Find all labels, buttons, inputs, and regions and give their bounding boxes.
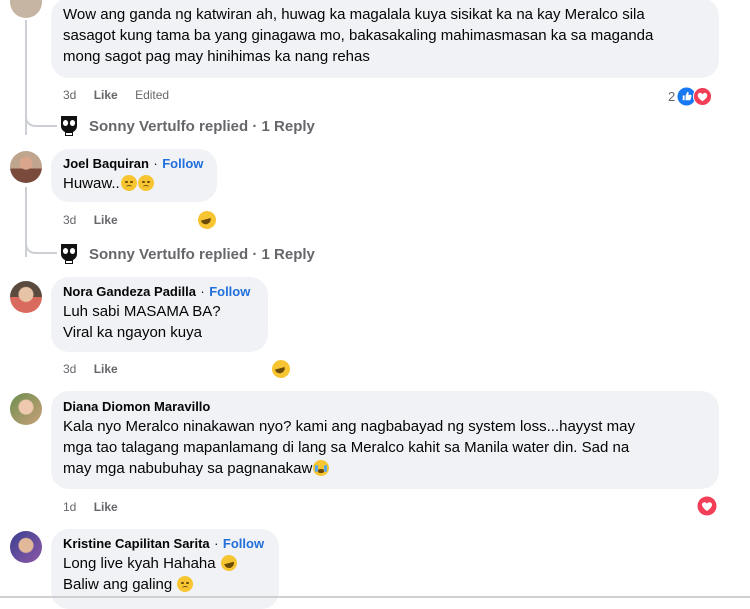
like-button[interactable]: Like (94, 213, 118, 227)
avatar[interactable] (10, 281, 42, 313)
comment-meta: 3d Like (63, 362, 118, 376)
like-button[interactable]: Like (94, 362, 118, 376)
comment-text-line: sasagot kung tama ba yang ginagawa mo, b… (63, 27, 654, 44)
comment-text-content: Huwaw.. (63, 175, 120, 192)
comment-meta: 3d Like Edited (63, 88, 169, 102)
comment-meta: 3d Like (63, 213, 118, 227)
separator: · (214, 536, 219, 551)
comment-text-line: mong sagot pag may hinihimas ka nang reh… (63, 48, 370, 65)
reply-connector (25, 105, 57, 127)
love-reaction-icon[interactable] (697, 496, 717, 516)
reply-connector (25, 232, 57, 254)
follow-button[interactable]: Follow (162, 156, 203, 171)
punisher-avatar-icon[interactable] (59, 242, 79, 266)
comment-text-line-last: may mga nabubuhay sa pagnanakaw (63, 458, 707, 479)
comment-text-content: Long live kyah Hahaha (63, 555, 216, 572)
comment-bubble: Nora Gandeza Padilla · Follow Luh sabi M… (51, 277, 268, 352)
love-reaction-icon (693, 86, 713, 106)
comment-meta: 1d Like (63, 500, 118, 514)
comment-bubble: Diana Diomon Maravillo Kala nyo Meralco … (51, 391, 719, 489)
reaction-summary[interactable]: 2 (668, 86, 713, 106)
like-button[interactable]: Like (94, 88, 118, 102)
comment-text-line: mga tao talagang mapanlamang di lang sa … (63, 439, 630, 456)
laugh-reaction-icon[interactable] (195, 208, 219, 232)
avatar[interactable] (10, 531, 42, 563)
comment-text-line-first: Long live kyah Hahaha (63, 553, 267, 574)
follow-button[interactable]: Follow (209, 284, 250, 299)
comment-text-content: may mga nabubuhay sa pagnanakaw (63, 460, 313, 477)
avatar[interactable] (10, 0, 42, 18)
comment-text-line: Luh sabi MASAMA BA? (63, 303, 221, 320)
comment-bubble: Joel Baquiran · Follow Huwaw.. (51, 149, 217, 202)
sad-emoji-icon (137, 175, 154, 191)
separator: · (200, 284, 205, 299)
sad-emoji-icon (177, 576, 194, 592)
author-name[interactable]: Kristine Capilitan Sarita (63, 536, 210, 551)
comment-text: Huwaw.. (63, 173, 205, 194)
comment-time[interactable]: 1d (63, 500, 76, 514)
view-replies-link[interactable]: Sonny Vertulfo replied · 1 Reply (89, 246, 315, 263)
laugh-emoji-icon (218, 553, 239, 573)
separator: · (153, 156, 158, 171)
follow-button[interactable]: Follow (223, 536, 264, 551)
comment-bubble: Wow ang ganda ng katwiran ah, huwag ka m… (51, 0, 719, 78)
author-name[interactable]: Diana Diomon Maravillo (63, 399, 210, 414)
laugh-reaction-icon[interactable] (270, 357, 293, 381)
reaction-count: 2 (668, 88, 676, 104)
sad-emoji-icon (120, 175, 137, 191)
avatar[interactable] (10, 151, 42, 183)
edited-label: Edited (135, 88, 170, 102)
view-replies-link[interactable]: Sonny Vertulfo replied · 1 Reply (89, 118, 315, 135)
comment-text-content: Baliw ang galing (63, 576, 173, 593)
punisher-avatar-icon[interactable] (59, 114, 79, 138)
comment-text-line: Kala nyo Meralco ninakawan nyo? kami ang… (63, 418, 635, 435)
crying-emoji-icon (313, 460, 330, 476)
comment-text-line: Wow ang ganda ng katwiran ah, huwag ka m… (63, 6, 645, 23)
comment-time[interactable]: 3d (63, 213, 76, 227)
author-name[interactable]: Joel Baquiran (63, 156, 149, 171)
comment-time[interactable]: 3d (63, 88, 76, 102)
comment-text-line-second: Baliw ang galing (63, 574, 267, 595)
comment-text-line: Viral ka ngayon kuya (63, 324, 202, 341)
like-button[interactable]: Like (94, 500, 118, 514)
comment-time[interactable]: 3d (63, 362, 76, 376)
author-name[interactable]: Nora Gandeza Padilla (63, 284, 196, 299)
avatar[interactable] (10, 393, 42, 425)
